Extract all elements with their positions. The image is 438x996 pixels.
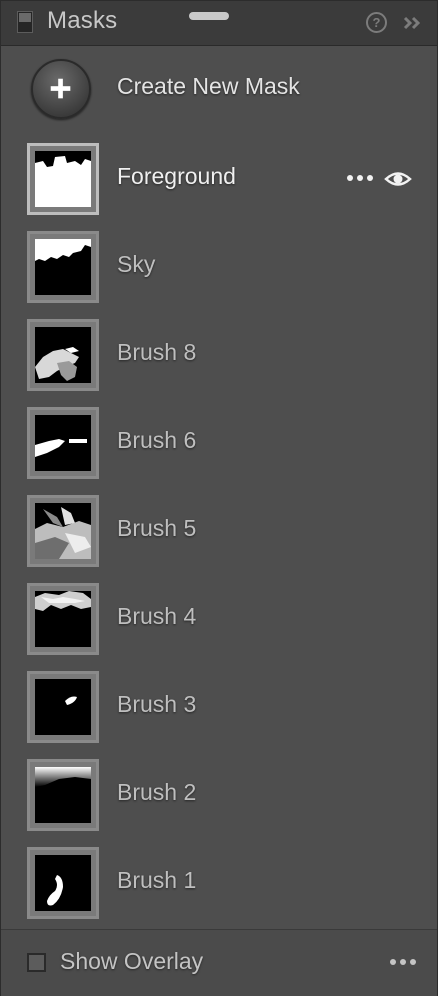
help-icon[interactable]: ? bbox=[366, 12, 387, 33]
mask-item-label[interactable]: Sky bbox=[117, 251, 155, 278]
mask-item-label[interactable]: Brush 3 bbox=[117, 691, 196, 718]
show-overlay-checkbox[interactable] bbox=[27, 953, 46, 972]
mask-preview bbox=[35, 151, 91, 207]
create-new-mask-label[interactable]: Create New Mask bbox=[117, 73, 300, 100]
more-options-icon[interactable] bbox=[345, 171, 375, 185]
mask-preview bbox=[35, 415, 91, 471]
create-new-mask-button[interactable] bbox=[31, 59, 91, 119]
drag-handle[interactable] bbox=[189, 12, 229, 20]
mask-preview bbox=[35, 767, 91, 823]
mask-item-label[interactable]: Brush 5 bbox=[117, 515, 196, 542]
mask-preview bbox=[35, 239, 91, 295]
mask-item-label[interactable]: Brush 6 bbox=[117, 427, 196, 454]
mask-preview bbox=[35, 327, 91, 383]
more-options-icon[interactable] bbox=[389, 956, 417, 968]
mask-preview bbox=[35, 679, 91, 735]
mask-item-label[interactable]: Brush 4 bbox=[117, 603, 196, 630]
plus-icon bbox=[50, 78, 71, 99]
mask-thumbnail-sky[interactable] bbox=[27, 231, 99, 303]
mask-preview bbox=[35, 591, 91, 647]
panel-footer: Show Overlay bbox=[1, 929, 437, 996]
show-overlay-label[interactable]: Show Overlay bbox=[60, 948, 203, 975]
mask-thumbnail-brush-3[interactable] bbox=[27, 671, 99, 743]
panel-header: Masks ? bbox=[1, 1, 437, 46]
mask-thumbnail-foreground[interactable] bbox=[27, 143, 99, 215]
mask-thumbnail-brush-6[interactable] bbox=[27, 407, 99, 479]
mask-thumbnail-brush-4[interactable] bbox=[27, 583, 99, 655]
panel-title: Masks bbox=[47, 7, 118, 34]
masks-panel: Masks ? Create New Mask Foreground Sky B… bbox=[0, 0, 438, 996]
mask-item-label[interactable]: Brush 8 bbox=[117, 339, 196, 366]
mask-thumbnail-brush-2[interactable] bbox=[27, 759, 99, 831]
panel-toggle-icon[interactable] bbox=[17, 11, 33, 33]
mask-preview bbox=[35, 503, 91, 559]
double-chevron-right-icon[interactable] bbox=[401, 11, 423, 35]
eye-icon[interactable] bbox=[384, 168, 412, 190]
mask-thumbnail-brush-8[interactable] bbox=[27, 319, 99, 391]
mask-preview bbox=[35, 855, 91, 911]
mask-thumbnail-brush-1[interactable] bbox=[27, 847, 99, 919]
mask-item-label[interactable]: Brush 1 bbox=[117, 867, 196, 894]
mask-item-label[interactable]: Foreground bbox=[117, 163, 236, 190]
mask-thumbnail-brush-5[interactable] bbox=[27, 495, 99, 567]
mask-item-label[interactable]: Brush 2 bbox=[117, 779, 196, 806]
